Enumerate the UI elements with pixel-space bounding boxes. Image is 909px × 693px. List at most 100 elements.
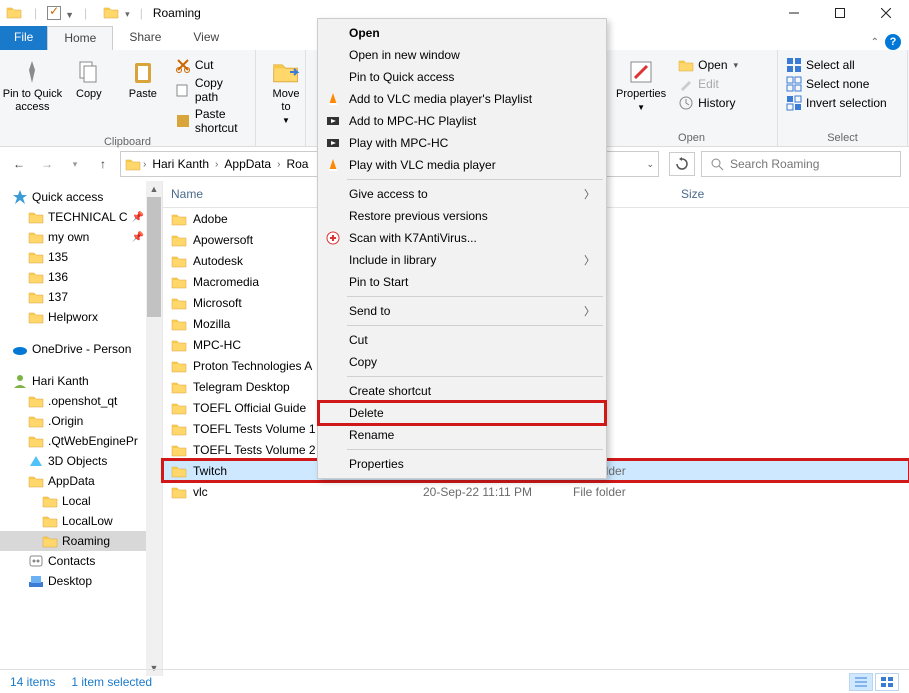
context-menu-item[interactable]: Scan with K7AntiVirus... xyxy=(319,227,605,249)
context-menu-item[interactable]: Open xyxy=(319,22,605,44)
move-to-button[interactable]: Move to▼ xyxy=(262,56,310,128)
maximize-button[interactable] xyxy=(817,0,863,26)
context-menu-item[interactable]: Rename xyxy=(319,424,605,446)
context-menu-item[interactable]: Open in new window xyxy=(319,44,605,66)
scroll-up-icon[interactable]: ▲ xyxy=(146,181,162,197)
thumbnails-view-button[interactable] xyxy=(875,673,899,691)
tab-file[interactable]: File xyxy=(0,26,47,50)
breadcrumb-segment[interactable]: AppData xyxy=(220,155,275,173)
tree-onedrive[interactable]: OneDrive - Person xyxy=(0,339,162,359)
tree-user[interactable]: Hari Kanth xyxy=(0,371,162,391)
vlc-icon xyxy=(325,91,341,107)
invert-selection-button[interactable]: Invert selection xyxy=(784,94,889,112)
help-icon[interactable]: ? xyxy=(885,34,901,50)
tree-item[interactable]: .QtWebEnginePr xyxy=(0,431,162,451)
status-item-count: 14 items xyxy=(10,675,55,689)
context-menu-item[interactable]: Play with VLC media player xyxy=(319,154,605,176)
search-input[interactable]: Search Roaming xyxy=(701,151,901,177)
context-menu-item[interactable]: Play with MPC-HC xyxy=(319,132,605,154)
tree-quick-access[interactable]: Quick access xyxy=(0,187,162,207)
back-button[interactable]: ← xyxy=(8,153,30,175)
copy-button[interactable]: Copy xyxy=(65,56,113,103)
context-menu-item[interactable]: Add to VLC media player's Playlist xyxy=(319,88,605,110)
tree-item[interactable]: TECHNICAL C📌 xyxy=(0,207,162,227)
context-menu-item[interactable]: Pin to Start xyxy=(319,271,605,293)
copy-path-button[interactable]: Copy path xyxy=(173,75,249,105)
file-row[interactable]: vlc20-Sep-22 11:11 PMFile folder xyxy=(163,481,909,502)
tree-item[interactable]: 135 xyxy=(0,247,162,267)
folder-icon xyxy=(171,316,187,332)
forward-button[interactable]: → xyxy=(36,153,58,175)
folder-icon xyxy=(171,295,187,311)
chevron-down-icon[interactable]: ⌄ xyxy=(646,159,654,170)
tree-item[interactable]: Local xyxy=(0,491,162,511)
edit-button[interactable]: Edit xyxy=(676,75,740,93)
folder-icon xyxy=(171,232,187,248)
context-menu: OpenOpen in new windowPin to Quick acces… xyxy=(317,18,607,479)
tree-item-roaming[interactable]: Roaming xyxy=(0,531,162,551)
vlc-icon xyxy=(325,157,341,173)
history-button[interactable]: History xyxy=(676,94,740,112)
tree-item[interactable]: AppData xyxy=(0,471,162,491)
chevron-right-icon: 〉 xyxy=(584,252,595,268)
mpc-icon xyxy=(325,135,341,151)
context-menu-item[interactable]: Send to〉 xyxy=(319,300,605,322)
context-menu-item[interactable]: Include in library〉 xyxy=(319,249,605,271)
context-menu-item[interactable]: Add to MPC-HC Playlist xyxy=(319,110,605,132)
details-view-button[interactable] xyxy=(849,673,873,691)
minimize-button[interactable] xyxy=(771,0,817,26)
folder-icon xyxy=(171,274,187,290)
context-menu-item[interactable]: Copy xyxy=(319,351,605,373)
qat-properties-icon[interactable] xyxy=(47,6,61,20)
column-header-size[interactable]: Size xyxy=(673,181,753,207)
folder-icon xyxy=(171,484,187,500)
context-menu-item[interactable]: Give access to〉 xyxy=(319,183,605,205)
status-selection-count: 1 item selected xyxy=(71,675,152,689)
select-all-button[interactable]: Select all xyxy=(784,56,889,74)
tree-item[interactable]: Helpworx xyxy=(0,307,162,327)
scrollbar-thumb[interactable] xyxy=(147,197,161,317)
tree-item[interactable]: Contacts xyxy=(0,551,162,571)
chevron-down-icon[interactable]: ▾ xyxy=(125,9,130,20)
breadcrumb-segment[interactable]: Hari Kanth xyxy=(148,155,213,173)
tree-item[interactable]: my own📌 xyxy=(0,227,162,247)
scrollbar[interactable]: ▲ ▼ xyxy=(146,181,162,676)
folder-icon xyxy=(171,379,187,395)
tree-item[interactable]: .Origin xyxy=(0,411,162,431)
recent-locations-button[interactable]: ▾ xyxy=(64,153,86,175)
context-menu-item[interactable]: Properties xyxy=(319,453,605,475)
tree-item[interactable]: 3D Objects xyxy=(0,451,162,471)
context-menu-item[interactable]: Delete xyxy=(319,402,605,424)
tree-item[interactable]: 136 xyxy=(0,267,162,287)
tab-view[interactable]: View xyxy=(177,26,235,50)
tab-home[interactable]: Home xyxy=(47,26,113,50)
folder-icon xyxy=(125,156,141,172)
context-menu-item[interactable]: Cut xyxy=(319,329,605,351)
select-none-button[interactable]: Select none xyxy=(784,75,889,93)
paste-shortcut-button[interactable]: Paste shortcut xyxy=(173,106,249,136)
context-menu-item[interactable]: Create shortcut xyxy=(319,380,605,402)
chevron-down-icon[interactable]: ▼ xyxy=(65,10,74,20)
properties-button[interactable]: Properties▼ xyxy=(612,56,670,115)
paste-button[interactable]: Paste xyxy=(119,56,167,103)
context-menu-item[interactable]: Restore previous versions xyxy=(319,205,605,227)
close-button[interactable] xyxy=(863,0,909,26)
tab-share[interactable]: Share xyxy=(113,26,177,50)
tree-item[interactable]: Desktop xyxy=(0,571,162,591)
tree-item[interactable]: .openshot_qt xyxy=(0,391,162,411)
refresh-button[interactable] xyxy=(669,152,695,176)
pin-to-quick-access-button[interactable]: Pin to Quick access xyxy=(6,56,59,116)
pin-icon: 📌 xyxy=(132,212,144,223)
context-menu-item[interactable]: Pin to Quick access xyxy=(319,66,605,88)
chevron-right-icon: 〉 xyxy=(584,186,595,202)
chevron-right-icon: 〉 xyxy=(584,303,595,319)
cut-button[interactable]: Cut xyxy=(173,56,249,74)
tree-item[interactable]: 137 xyxy=(0,287,162,307)
folder-icon xyxy=(103,4,121,22)
folder-icon xyxy=(171,211,187,227)
tree-item[interactable]: LocalLow xyxy=(0,511,162,531)
up-button[interactable]: ↑ xyxy=(92,153,114,175)
breadcrumb-segment[interactable]: Roa xyxy=(282,155,312,173)
collapse-ribbon-icon[interactable]: ⌃ xyxy=(871,37,879,48)
open-button[interactable]: Open▾ xyxy=(676,56,740,74)
